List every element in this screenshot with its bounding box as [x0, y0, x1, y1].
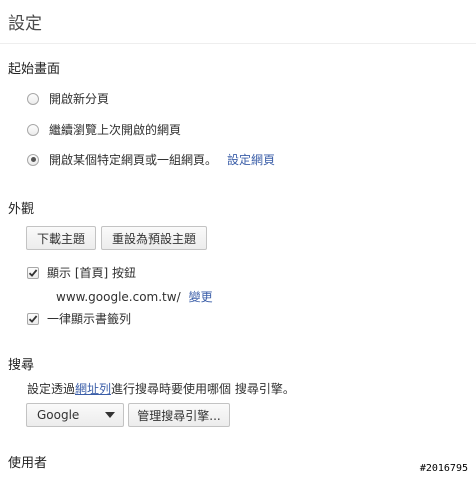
- startup-option-label: 繼續瀏覽上次開啟的網頁: [49, 123, 182, 137]
- search-engine-select[interactable]: Google: [26, 403, 124, 427]
- home-url: www.google.com.tw/: [56, 289, 181, 304]
- change-home-link[interactable]: 變更: [189, 288, 213, 305]
- watermark-id: #2016795: [419, 463, 468, 474]
- checkmark-icon: [28, 314, 38, 323]
- startup-option-label: 開啟新分頁: [49, 92, 110, 106]
- search-heading: 搜尋: [8, 358, 35, 373]
- search-desc-suffix: 進行搜尋時要使用哪個 搜尋引擎。: [111, 382, 295, 396]
- startup-radio-continue[interactable]: [27, 123, 39, 136]
- show-home-button-option[interactable]: 顯示 [首頁] 按鈕: [27, 264, 136, 281]
- startup-radio-new-tab[interactable]: [27, 92, 39, 105]
- search-desc-prefix: 設定透過: [27, 382, 76, 396]
- show-bookmarks-option[interactable]: 一律顯示書籤列: [27, 310, 131, 327]
- omnibox-link[interactable]: 網址列: [75, 380, 111, 397]
- set-pages-link[interactable]: 設定網頁: [227, 151, 275, 168]
- page-title: 設定: [8, 14, 42, 34]
- startup-heading: 起始畫面: [8, 62, 61, 77]
- manage-search-engines-button[interactable]: 管理搜尋引擎...: [128, 403, 230, 427]
- reset-theme-button[interactable]: 重設為預設主題: [101, 226, 207, 250]
- show-bookmarks-label: 一律顯示書籤列: [47, 312, 132, 326]
- show-home-label: 顯示 [首頁] 按鈕: [47, 266, 136, 280]
- startup-option-label: 開啟某個特定網頁或一組網頁。: [49, 153, 218, 167]
- startup-option-continue[interactable]: 繼續瀏覽上次開啟的網頁: [27, 121, 181, 138]
- search-engine-value: Google: [37, 408, 80, 422]
- search-description: 設定透過 網址列 進行搜尋時要使用哪個 搜尋引擎。: [27, 380, 295, 397]
- get-themes-button[interactable]: 下載主題: [26, 226, 96, 250]
- startup-option-specific[interactable]: 開啟某個特定網頁或一組網頁。 設定網頁: [27, 151, 275, 168]
- home-url-row: www.google.com.tw/ 變更: [56, 288, 213, 305]
- show-bookmarks-checkbox[interactable]: [27, 312, 39, 325]
- startup-option-new-tab[interactable]: 開啟新分頁: [27, 90, 109, 107]
- show-home-checkbox[interactable]: [27, 266, 39, 279]
- title-divider: [0, 43, 476, 44]
- startup-radio-specific[interactable]: [27, 153, 39, 166]
- appearance-heading: 外觀: [8, 202, 35, 217]
- checkmark-icon: [28, 268, 38, 277]
- users-heading: 使用者: [8, 456, 48, 471]
- chevron-down-icon: [105, 412, 115, 418]
